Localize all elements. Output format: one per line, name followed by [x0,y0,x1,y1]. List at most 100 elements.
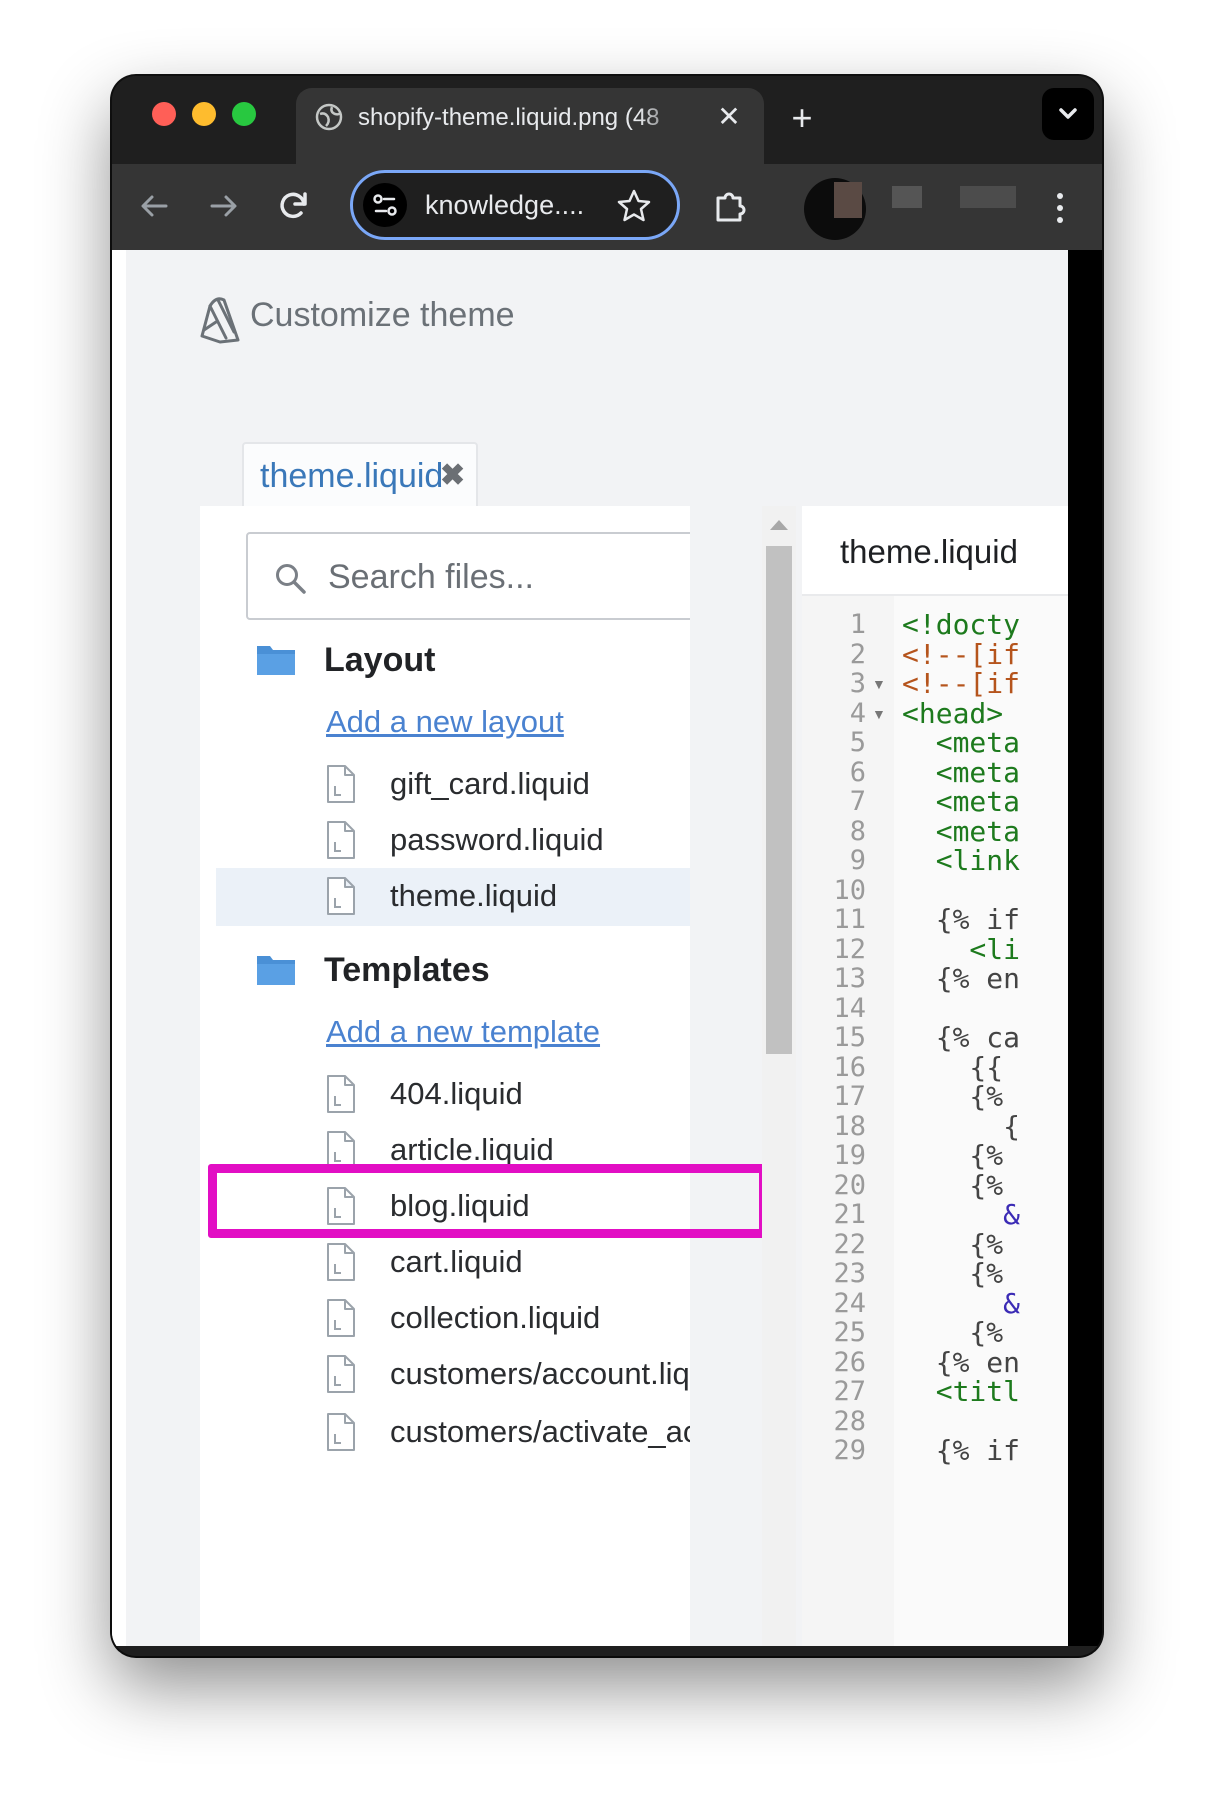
code-line: <head> [902,696,1004,730]
open-file-tab[interactable]: theme.liquid ✖ [242,442,478,506]
section-label-layout: Layout [324,641,436,679]
file-name: cart.liquid [390,1244,523,1279]
code-line: {% [902,1316,1004,1349]
page-viewport: Customize theme theme.liquid ✖ Layout [112,250,1068,1646]
close-tab-button[interactable]: ✕ [714,102,744,132]
line-number: 16 [833,1051,866,1083]
section-label-templates: Templates [324,951,490,989]
address-text: knowledge.... [425,190,585,220]
line-number: 6 [849,756,866,788]
line-number: 22 [833,1228,866,1260]
folder-icon [257,956,295,985]
code-line: <meta [902,755,1021,789]
add-new-layout-link[interactable]: Add a new layout [326,700,564,744]
code-line: {% if [902,903,1021,936]
globe-icon [315,103,343,131]
fold-arrow-icon[interactable]: ▼ [872,669,886,699]
line-number: 11 [833,904,866,935]
search-files-box[interactable] [246,532,690,620]
file-item-cart[interactable]: cart.liquid [216,1234,690,1292]
open-file-tab-label: theme.liquid [260,457,444,495]
file-item-404[interactable]: 404.liquid [216,1066,690,1124]
forward-arrow-icon[interactable] [202,184,246,228]
code-line: {% [902,1227,1004,1261]
file-item-gift-card[interactable]: gift_card.liquid [216,756,690,814]
line-number: 17 [833,1081,866,1112]
line-number: 1 [849,609,866,640]
selection-highlight-annotation [208,1164,768,1238]
code-line: <!docty [902,608,1021,641]
code-line: {% en [902,962,1021,995]
tab-search-button[interactable] [1042,88,1094,140]
blurred-toolbar-item [960,186,1016,208]
scrollbar-thumb[interactable] [766,546,792,1054]
code-line: <meta [902,814,1021,848]
new-tab-button[interactable]: + [782,98,822,138]
extensions-puzzle-icon[interactable] [708,184,752,228]
line-number: 28 [833,1405,866,1437]
back-arrow-icon[interactable] [132,184,176,228]
liquid-file-icon [327,1075,355,1113]
fold-arrow-icon[interactable]: ▼ [872,699,886,729]
file-name: customers/account.liquid [390,1356,690,1391]
editor-header: theme.liquid [802,506,1068,596]
liquid-file-icon [327,821,355,859]
minimize-window-button[interactable] [192,102,216,126]
liquid-file-icon [327,1299,355,1337]
code-line: & [902,1286,1021,1320]
line-number: 19 [833,1140,866,1171]
line-number: 10 [833,874,866,906]
reload-icon[interactable] [272,184,316,228]
search-input[interactable] [328,552,688,602]
editor-file-title: theme.liquid [840,533,1018,570]
line-number: 7 [849,786,866,817]
address-bar[interactable]: knowledge.... [350,170,680,240]
site-info-button[interactable] [363,183,407,227]
search-icon [276,564,306,594]
code-line: { [902,1109,1021,1143]
file-name: collection.liquid [390,1300,601,1335]
code-line: {% ca [902,1021,1021,1054]
more-options-icon[interactable] [1050,188,1070,228]
file-item-password[interactable]: password.liquid [216,812,690,870]
file-name: gift_card.liquid [390,766,590,801]
line-number: 9 [849,845,866,876]
add-new-template-link[interactable]: Add a new template [326,1010,600,1054]
code-line: {% [902,1139,1004,1172]
code-line: <link [902,844,1021,877]
liquid-file-icon [327,1413,355,1451]
code-line: {% [902,1168,1004,1202]
chevron-down-icon [1059,108,1077,119]
code-editor[interactable]: theme.liquid 1 2 3 ▼ 4 ▼ 5 6 7 8 9 10 11 12 13 14 15 16 17… [802,506,1068,1646]
file-item-theme-selected[interactable]: theme.liquid [216,868,690,926]
blurred-toolbar-item [892,186,922,208]
close-window-button[interactable] [152,102,176,126]
code-line: {{ [902,1050,1004,1084]
line-number: 18 [833,1110,866,1142]
tab-strip: shopify-theme.liquid.png (48 ✕ + [112,76,1102,164]
scroll-up-arrow-icon[interactable] [770,520,788,530]
code-line: {% [902,1080,1004,1113]
page-title: Customize theme [250,296,515,334]
line-number: 14 [833,992,866,1024]
browser-tab-active[interactable]: shopify-theme.liquid.png (48 ✕ [296,88,764,164]
line-number: 13 [833,963,866,994]
file-item-customers-account[interactable]: customers/account.liquid [216,1346,690,1404]
liquid-file-icon [327,1355,355,1393]
file-name: customers/activate_account.liquid [390,1414,690,1449]
code-line: {% [902,1257,1004,1290]
line-number: 23 [833,1258,866,1289]
liquid-file-icon [327,877,355,915]
maximize-window-button[interactable] [232,102,256,126]
sidebar-scrollbar[interactable] [762,506,796,1646]
line-number: 5 [849,727,866,758]
browser-tab-title: shopify-theme.liquid.png (48 [358,104,660,131]
close-file-tab-icon[interactable]: ✖ [440,456,465,496]
file-item-collection[interactable]: collection.liquid [216,1290,690,1348]
blurred-toolbar-item [834,182,862,218]
file-item-customers-activate-account[interactable]: customers/activate_account.liquid [216,1404,690,1462]
bookmark-star-icon[interactable] [615,187,653,225]
line-number: 29 [833,1435,866,1466]
folder-icon [257,646,295,675]
code-line: {% if [902,1434,1021,1467]
